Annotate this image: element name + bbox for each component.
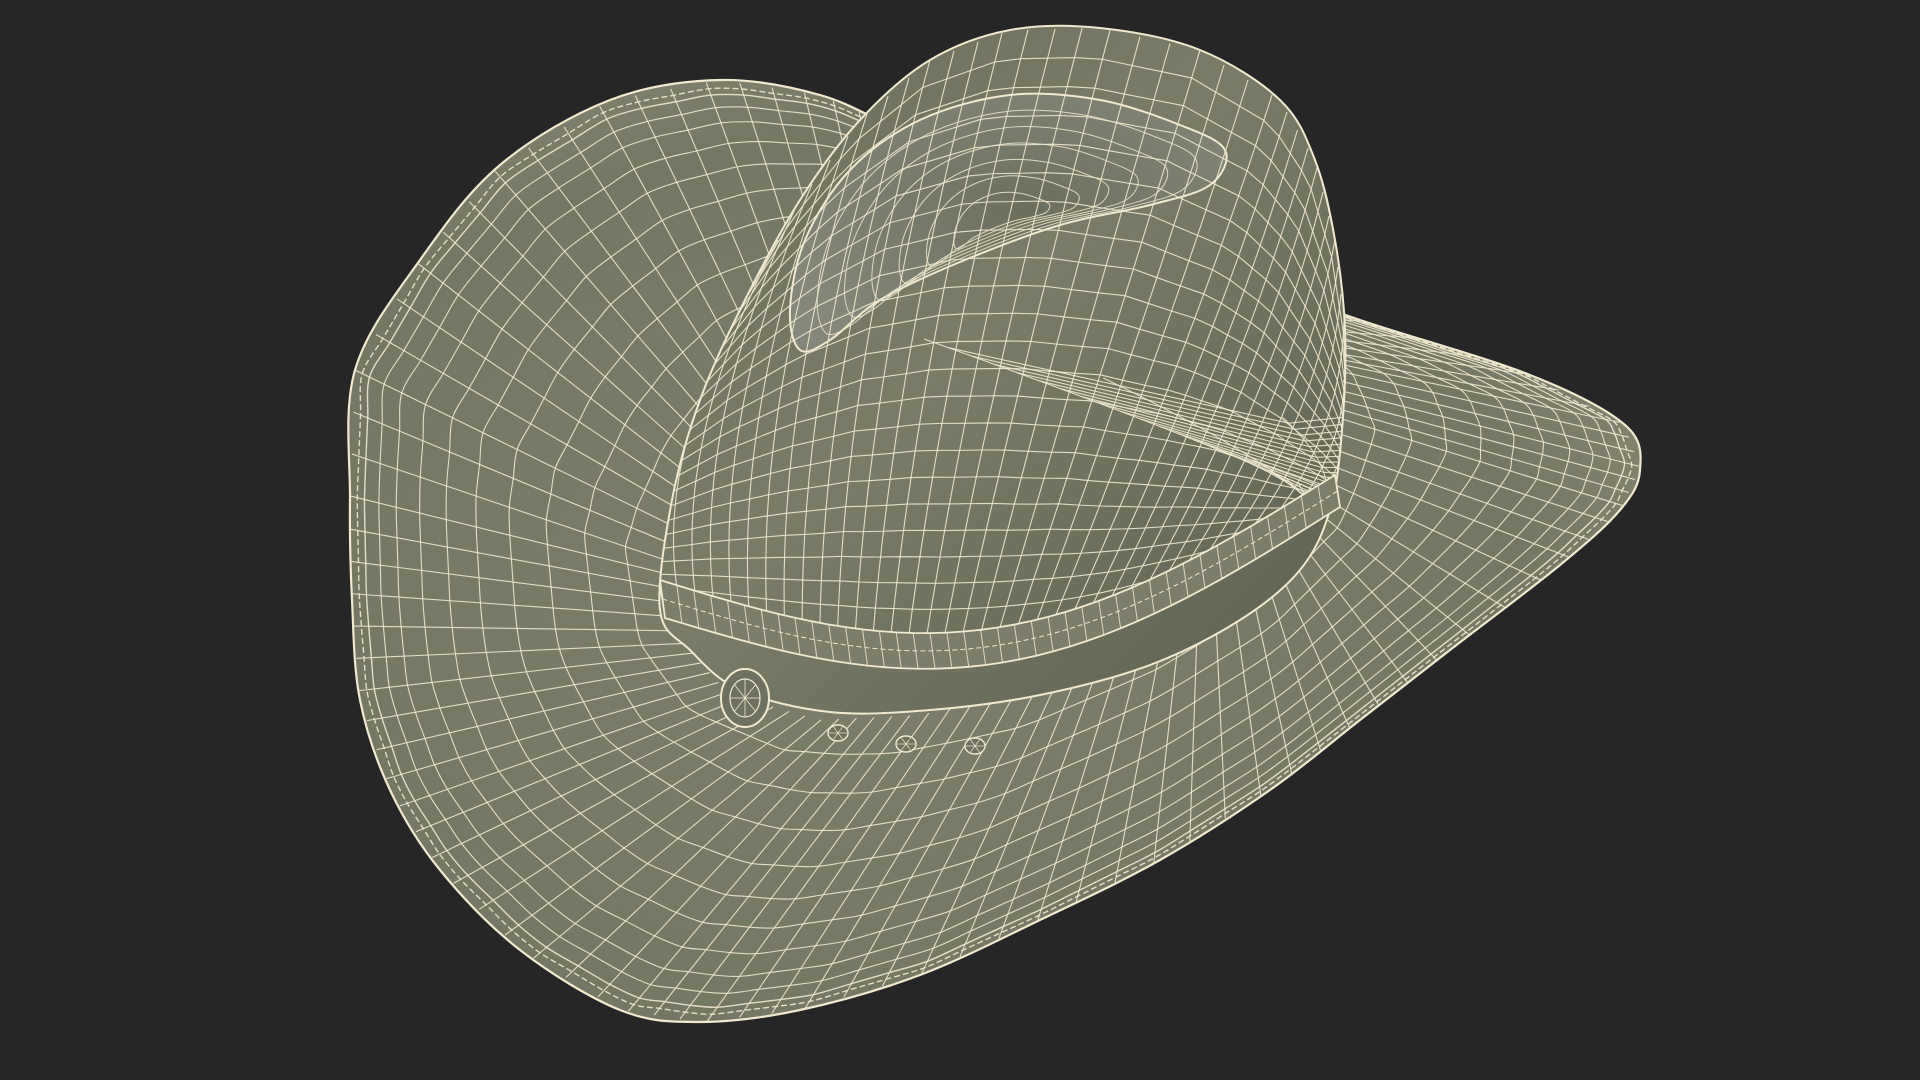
- band-rivet: [964, 737, 986, 755]
- band-rivet: [827, 724, 849, 742]
- hat-wireframe-render: [347, 24, 1642, 1024]
- band-rivet: [895, 735, 917, 753]
- band-concho: [720, 668, 770, 728]
- render-viewport: [0, 0, 1920, 1080]
